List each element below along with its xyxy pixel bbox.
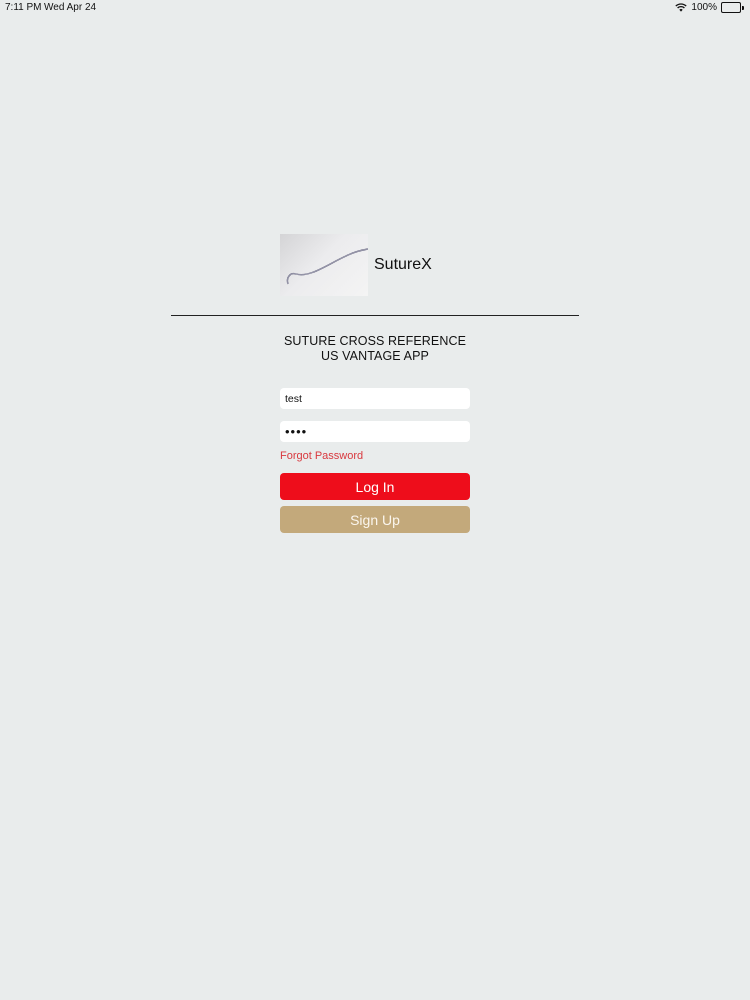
suture-logo-image [280,234,368,296]
signup-button[interactable]: Sign Up [280,506,470,533]
login-button[interactable]: Log In [280,473,470,500]
password-field[interactable] [280,421,470,442]
status-right: 100% [675,2,744,13]
app-logo-block: SutureX [280,234,432,296]
header-divider [171,315,579,316]
battery-icon [721,2,744,13]
wifi-icon [675,3,688,12]
forgot-password-link[interactable]: Forgot Password [280,450,363,462]
subtitle-line-1: SUTURE CROSS REFERENCE [283,334,467,348]
status-bar: 7:11 PM Wed Apr 24 100% [0,0,750,16]
status-date: Wed Apr 24 [44,2,97,13]
status-time: 7:11 PM [5,2,42,13]
subtitle-line-2: US VANTAGE APP [321,349,429,363]
app-subtitle: SUTURE CROSS REFERENCE US VANTAGE APP [175,334,575,364]
battery-percent: 100% [691,2,717,13]
username-field[interactable] [280,388,470,409]
app-name: SutureX [374,256,432,273]
